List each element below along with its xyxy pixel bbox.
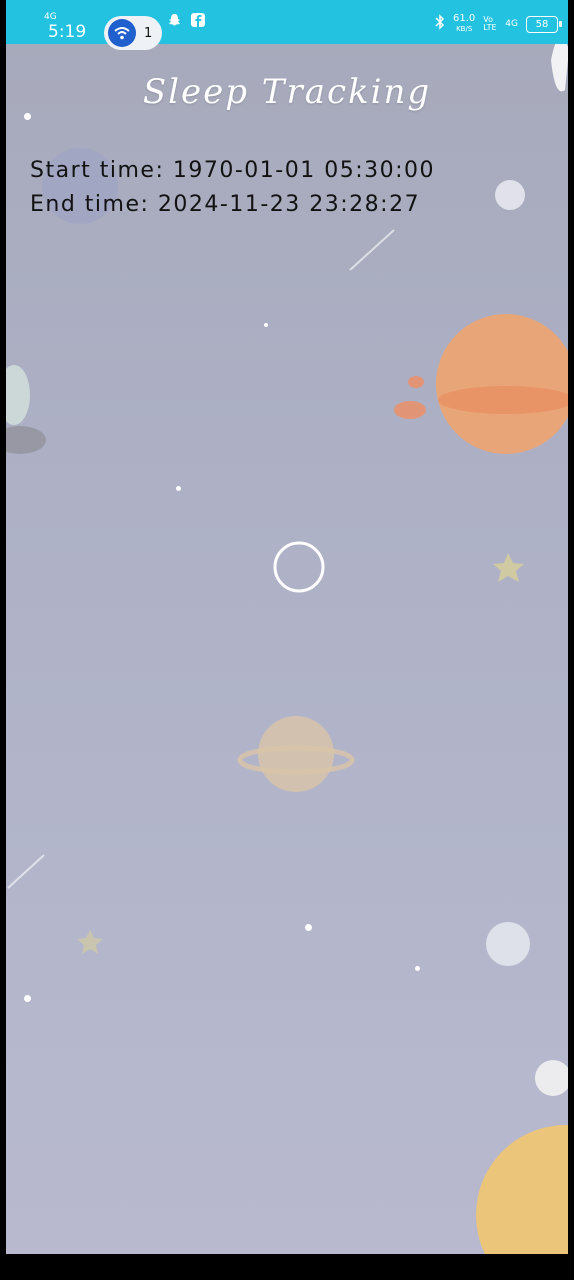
star-dot — [24, 113, 31, 120]
saturn-deco — [258, 716, 334, 792]
start-time-label: Start time: — [30, 158, 165, 183]
planet-stripe-deco — [438, 386, 568, 414]
network-speed: 61.0 KB/S — [453, 14, 475, 34]
status-bar: 4G 5:19 1 61.0 KB/S Vo LTE 4G 58 — [6, 0, 568, 50]
notification-count: 1 — [144, 25, 153, 41]
rock-2-deco — [486, 922, 530, 966]
star-dot — [264, 323, 268, 327]
star-dot — [176, 486, 181, 491]
star-dot — [305, 924, 312, 931]
start-time-row: Start time: 1970-01-01 05:30:00 — [30, 158, 435, 192]
speed-unit: KB/S — [456, 25, 473, 33]
planet-orange-deco — [436, 314, 568, 454]
rock-deco — [495, 180, 525, 210]
star-2-deco — [77, 930, 103, 954]
planet-yellow-deco — [476, 1125, 568, 1254]
battery-level: 58 — [535, 18, 549, 30]
star-dot — [415, 966, 420, 971]
ufo-dome-deco — [6, 365, 30, 425]
star-dot — [24, 995, 31, 1002]
speed-value: 61.0 — [453, 13, 476, 24]
hotspot-notification[interactable]: 1 — [104, 16, 162, 50]
small-moon-deco — [394, 401, 426, 419]
facebook-icon — [191, 13, 205, 31]
start-time-value: 1970-01-01 05:30:00 — [172, 158, 436, 183]
clock: 5:19 — [48, 22, 87, 42]
navigation-bar — [0, 1254, 574, 1280]
ufo-deco — [6, 426, 46, 454]
network-type: 4G — [44, 12, 57, 22]
shooting-star-2-deco — [7, 854, 45, 889]
robot-deco — [535, 1060, 568, 1096]
volte-indicator: Vo LTE — [483, 15, 497, 32]
signal-indicator: 4G — [505, 19, 518, 29]
end-time-value: 2024-11-23 23:28:27 — [157, 192, 421, 217]
snapchat-icon — [168, 13, 181, 31]
wifi-hotspot-icon — [108, 19, 136, 47]
end-time-label: End time: — [30, 192, 150, 217]
bluetooth-icon — [435, 14, 445, 34]
shooting-star-deco — [349, 229, 395, 271]
sleep-times: Start time: 1970-01-01 05:30:00 End time… — [30, 158, 435, 226]
page-title: Sleep Tracking — [142, 72, 432, 112]
app-screen: 4G 5:19 1 61.0 KB/S Vo LTE 4G 58 Sleep T… — [6, 0, 568, 1254]
small-moon-2-deco — [408, 376, 424, 388]
end-time-row: End time: 2024-11-23 23:28:27 — [30, 192, 435, 226]
battery-icon: 58 — [526, 15, 562, 33]
ring-deco — [273, 541, 325, 593]
star-deco — [493, 553, 524, 582]
